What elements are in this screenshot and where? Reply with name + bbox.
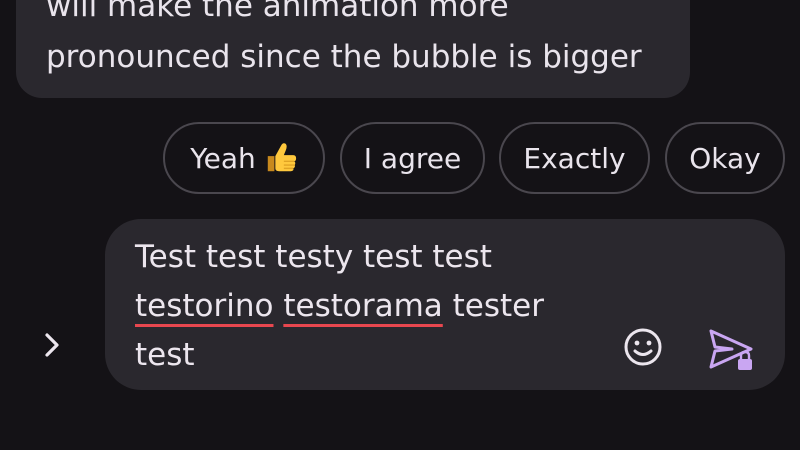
smart-reply-i-agree[interactable]: I agree: [340, 122, 485, 194]
compose-box[interactable]: Test test testy test test testorino test…: [105, 219, 785, 390]
chevron-right-icon: [45, 333, 59, 357]
smart-reply-exactly[interactable]: Exactly: [499, 122, 650, 194]
misspelled-word[interactable]: testorino: [135, 288, 273, 324]
smart-reply-okay[interactable]: Okay: [665, 122, 785, 194]
smart-reply-yeah[interactable]: Yeah: [163, 122, 325, 194]
compose-word: tester: [452, 288, 544, 324]
compose-text-line-1: Test test testy test test: [135, 239, 492, 275]
compose-input[interactable]: Test test testy test test testorino test…: [135, 233, 605, 380]
thumbs-up-icon: [267, 143, 296, 172]
smart-reply-label: Exactly: [523, 141, 626, 175]
send-locked-icon[interactable]: [706, 325, 758, 375]
received-message-bubble[interactable]: will make the animation more pronounced …: [16, 0, 690, 98]
compose-text-line-3: test: [135, 337, 195, 373]
message-text-line-1: will make the animation more: [46, 0, 509, 24]
compose-text-line-2: testorino testorama tester: [135, 282, 605, 331]
expand-button[interactable]: [34, 326, 70, 364]
smart-reply-label: Yeah: [190, 141, 256, 175]
smart-reply-label: I agree: [363, 141, 462, 175]
smart-reply-label: Okay: [689, 141, 761, 175]
message-text-line-2: pronounced since the bubble is bigger: [46, 39, 642, 75]
emoji-smile-icon[interactable]: [621, 325, 665, 369]
messages-screen: will make the animation more pronounced …: [0, 0, 800, 450]
misspelled-word[interactable]: testorama: [283, 288, 442, 324]
